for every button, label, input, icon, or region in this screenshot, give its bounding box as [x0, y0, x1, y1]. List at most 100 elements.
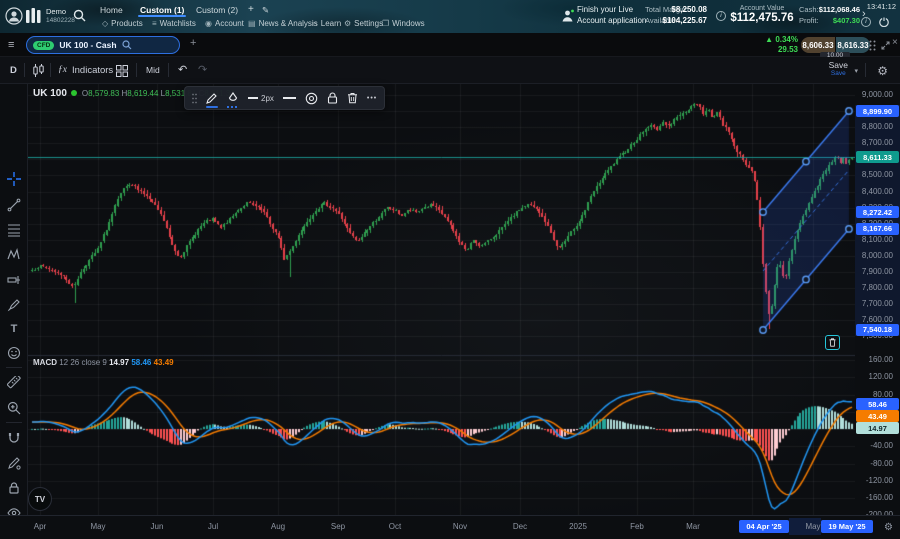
more-options-button[interactable]: •••	[367, 95, 377, 102]
menu-news-analysis[interactable]: ▤News & Analysis	[248, 18, 318, 30]
measure-tool[interactable]	[3, 372, 25, 394]
menu-windows[interactable]: ❐Windows	[382, 18, 425, 30]
buy-price-button[interactable]: 8,616.33	[836, 37, 870, 53]
margin-info-icon[interactable]: i	[716, 11, 726, 21]
search-icon[interactable]	[73, 9, 86, 22]
time-tick-Mar: Mar	[681, 522, 705, 531]
floating-drawing-toolbar[interactable]: 2px •••	[184, 86, 385, 110]
mid-price-button[interactable]: Mid	[146, 57, 160, 84]
price-tick-7800: 7,800.00	[855, 283, 898, 292]
interval-button[interactable]: D	[10, 57, 17, 84]
chart-plot-area[interactable]	[28, 84, 855, 515]
drawing-tools-sidebar: T ◇	[0, 84, 28, 539]
time-badge[interactable]: 19 May '25	[821, 520, 873, 533]
close-tab-icon[interactable]: ×	[892, 37, 898, 48]
price-badge-8,167.66: 8,167.66	[856, 223, 899, 235]
header-info-icon[interactable]: i	[861, 17, 871, 27]
menu-learn[interactable]: ∩Learn	[312, 18, 341, 30]
tradingview-logo[interactable]: TV	[28, 487, 52, 511]
macd-legend: MACD 12 26 close 9 14.97 58.46 43.49	[33, 358, 174, 367]
menu-custom-2[interactable]: Custom (2)	[196, 4, 238, 16]
learn-icon: ∩	[312, 19, 318, 28]
add-layout-button[interactable]: +	[248, 4, 254, 16]
indicators-button[interactable]: Indicators	[72, 57, 113, 84]
stay-in-drawing-mode-tool[interactable]	[3, 452, 25, 474]
menu-watchlists[interactable]: ≡Watchlists	[152, 18, 196, 30]
time-tick-Feb: Feb	[625, 522, 649, 531]
brush-tool[interactable]	[3, 294, 25, 316]
macd-hist-value: 14.97	[109, 358, 129, 367]
time-badge[interactable]: 04 Apr '25	[739, 520, 789, 533]
price-axis[interactable]: 9,000.008,900.008,800.008,700.008,600.00…	[855, 84, 900, 515]
menu-home[interactable]: Home	[100, 4, 123, 16]
tab-options-dots-icon[interactable]	[869, 40, 876, 51]
tab-menu-hamburger-icon[interactable]: ≡	[8, 39, 14, 51]
account-icon: ◉	[205, 19, 212, 28]
trend-line-tool[interactable]	[3, 194, 25, 216]
expand-window-icon[interactable]	[881, 41, 890, 50]
lock-all-drawings-tool[interactable]	[3, 477, 25, 499]
redo-button[interactable]: ↷	[198, 57, 207, 84]
time-tick-Apr: Apr	[28, 522, 52, 531]
lock-drawing-icon[interactable]	[327, 92, 338, 104]
emoji-tool[interactable]	[3, 342, 25, 364]
fib-retracement-tool[interactable]	[3, 219, 25, 241]
price-tick-8100: 8,100.00	[855, 235, 898, 244]
drawing-delete-badge[interactable]	[825, 335, 840, 350]
watchlists-icon: ≡	[152, 19, 157, 28]
fill-color-tool-icon[interactable]	[227, 92, 239, 104]
tab-uk100-cash[interactable]: CFD UK 100 - Cash	[26, 36, 180, 54]
pattern-xabcd-tool[interactable]	[3, 244, 25, 266]
price-macd-canvas[interactable]	[28, 84, 855, 515]
drawing-settings-icon[interactable]	[305, 92, 318, 105]
prediction-tool[interactable]	[3, 269, 25, 291]
price-tick-7900: 7,900.00	[855, 267, 898, 276]
top-header: Demo 14802228 Home Custom (1) Custom (2)…	[0, 0, 900, 33]
legend-symbol[interactable]: UK 100	[33, 88, 67, 99]
edit-layout-icon[interactable]: ✎	[262, 4, 269, 16]
save-dropdown-chevron-icon[interactable]: ▾	[854, 67, 858, 75]
line-thickness-button[interactable]: 2px	[248, 94, 274, 103]
finish-live-line1[interactable]: Finish your Live	[577, 5, 633, 15]
menu-account[interactable]: ◉Account	[205, 18, 244, 30]
user-avatar-icon[interactable]	[5, 7, 23, 25]
time-tick-Sep: Sep	[326, 522, 350, 531]
menu-products[interactable]: ◇Products	[102, 18, 143, 30]
price-tick-8000: 8,000.00	[855, 251, 898, 260]
sell-price-button[interactable]: 8,606.33	[801, 37, 835, 53]
zoom-in-tool[interactable]	[3, 397, 25, 419]
magnet-tool[interactable]	[3, 427, 25, 449]
macd-tick--40: -40.00	[855, 441, 898, 450]
text-tool[interactable]: T	[3, 318, 25, 340]
toolbar-drag-handle[interactable]	[192, 93, 197, 104]
layout-grid-icon[interactable]	[116, 65, 128, 77]
finish-live-line2[interactable]: Account application	[577, 16, 646, 26]
macd-badge-14.97: 14.97	[856, 422, 899, 434]
time-axis[interactable]: ⚙ AprMayJunJulAugSepOctNovDec2025FebMarM…	[0, 515, 900, 539]
crosshair-tool[interactable]	[3, 168, 25, 190]
price-tick-8800: 8,800.00	[855, 122, 898, 131]
available-value: $104,225.67	[650, 16, 707, 26]
power-logout-icon[interactable]	[879, 17, 889, 27]
delete-drawing-icon[interactable]	[347, 92, 358, 104]
clock: 13:41:12	[867, 2, 896, 12]
save-button[interactable]: Save Save	[829, 60, 848, 77]
undo-button[interactable]: ↶	[178, 57, 187, 84]
cash-value: $112,068.46	[805, 5, 860, 15]
document-tab-bar: ≡ CFD UK 100 - Cash + ▲ 0.34% 29.53 8,60…	[0, 33, 900, 57]
line-color-tool-icon[interactable]	[206, 92, 218, 104]
line-style-button[interactable]	[283, 97, 296, 99]
time-tick-Nov: Nov	[448, 522, 472, 531]
platform-logo[interactable]	[26, 8, 42, 25]
candle-style-button[interactable]	[32, 64, 45, 77]
axis-settings-gear-icon[interactable]: ⚙	[884, 522, 893, 533]
tab-search-icon[interactable]	[122, 40, 132, 50]
macd-signal-value: 43.49	[154, 358, 174, 367]
menu-settings[interactable]: ⚙Settings	[344, 18, 383, 30]
chart-settings-gear-icon[interactable]: ⚙	[877, 64, 888, 78]
price-tick-8400: 8,400.00	[855, 187, 898, 196]
price-tick-8500: 8,500.00	[855, 170, 898, 179]
macd-tick--120: -120.00	[855, 476, 898, 485]
macd-line-value: 58.46	[131, 358, 151, 367]
add-tab-button[interactable]: +	[190, 37, 196, 49]
